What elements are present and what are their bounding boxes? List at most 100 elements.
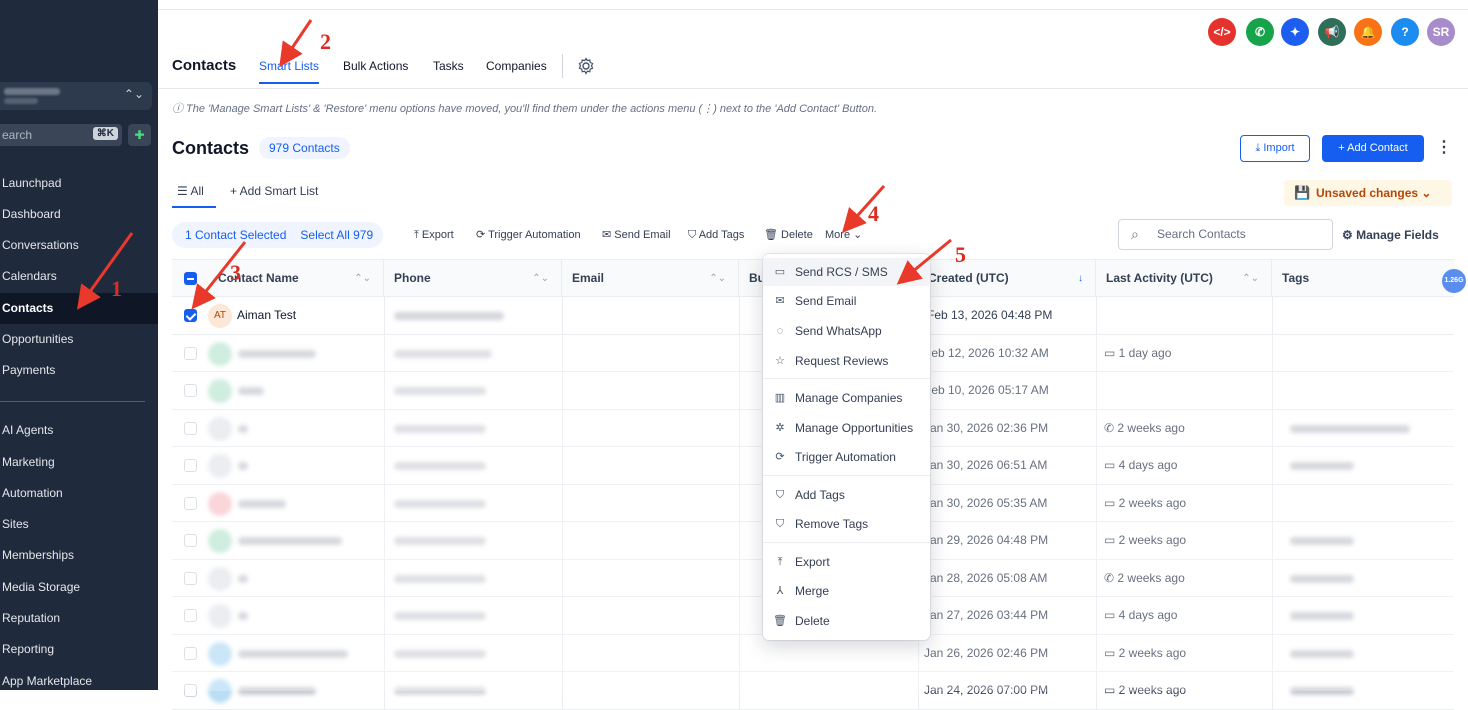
unsaved-changes-button[interactable]: 💾 Unsaved changes ⌄ [1284,180,1452,206]
code-icon[interactable]: </> [1208,18,1236,46]
redacted-phone [394,499,486,508]
whatsapp-icon: ◌ [776,325,784,337]
add-contact-button[interactable]: + Add Contact [1322,135,1424,162]
menu-delete[interactable]: 🗑 Delete [763,607,930,635]
menu-manage-opportunities[interactable]: ✲ Manage Opportunities [763,414,930,442]
chevron-down-icon: ⌄ [1421,186,1432,200]
sidebar-item-automation[interactable]: Automation [0,478,158,509]
menu-remove-tags[interactable]: ⛉ Remove Tags [763,510,930,538]
sidebar-item-opportunities[interactable]: Opportunities [0,324,158,355]
more-dropdown[interactable]: More ⌄ [825,222,862,248]
redacted-name [238,687,316,695]
sidebar-item-conversations[interactable]: Conversations [0,230,158,261]
bell-icon[interactable]: 🔔 [1354,18,1382,46]
import-button[interactable]: ⤓ Import [1240,135,1310,162]
sparkle-icon[interactable]: ✦ [1281,18,1309,46]
redacted-name [238,537,342,545]
floating-badge[interactable]: 1.26G [1442,269,1466,293]
tab-tasks[interactable]: Tasks [433,50,464,82]
created-date: Jan 30, 2026 05:35 AM [924,495,1048,510]
tab-companies[interactable]: Companies [486,50,547,82]
menu-merge[interactable]: ⅄ Merge [763,577,930,605]
add-smart-list-button[interactable]: + Add Smart List [230,184,318,198]
row-checkbox[interactable] [184,459,197,472]
row-checkbox[interactable] [184,609,197,622]
opportunities-icon: ✲ [775,422,785,434]
tab-smart-lists[interactable]: Smart Lists [259,50,320,84]
tag-remove-icon: ⛉ [775,518,785,530]
sidebar-item-app-marketplace[interactable]: App Marketplace [0,666,158,697]
column-last-activity[interactable]: Last Activity (UTC) ⌃⌄ [1096,260,1272,297]
export-icon: ⤒ [414,229,422,241]
sidebar-item-dashboard[interactable]: Dashboard [0,199,158,230]
tag-icon: ⛉ [775,489,785,501]
select-all-link[interactable]: Select All 979 [300,228,373,242]
sidebar-item-reputation[interactable]: Reputation [0,603,158,634]
sidebar-item-contacts[interactable]: Contacts [0,293,158,324]
sidebar-search[interactable]: earch ⌘K [0,124,122,146]
menu-request-reviews[interactable]: ☆ Request Reviews [763,347,930,375]
sidebar-item-sites[interactable]: Sites [0,509,158,540]
row-checkbox[interactable] [184,346,197,360]
redacted-phone [394,612,486,620]
column-created[interactable]: Created (UTC) ↓ [918,260,1096,297]
last-activity: ▭ 2 weeks ago [1104,495,1187,510]
column-phone[interactable]: Phone ⌃⌄ [384,260,562,297]
send-email-action[interactable]: ✉ Send Email [602,222,671,248]
tab-bulk-actions[interactable]: Bulk Actions [343,50,408,82]
sidebar-item-launchpad[interactable]: Launchpad [0,168,158,199]
gear-icon[interactable] [576,56,596,76]
annotation-3: 3 [230,260,241,285]
megaphone-icon[interactable]: 📢 [1318,18,1346,46]
selection-pill: 1 Contact Selected Select All 979 [172,222,384,248]
chat-bubble-icon: ▭ [774,266,786,278]
row-checkbox[interactable] [184,309,197,322]
chevron-updown-icon: ⌃⌄ [123,87,144,101]
search-contacts-input[interactable]: ⌕ Search Contacts [1118,219,1333,250]
tab-contacts[interactable]: Contacts [172,50,236,82]
table-row[interactable]: Jan 24, 2026 07:00 PM ▭ 2 weeks ago [172,672,1454,710]
row-checkbox[interactable] [184,684,197,697]
menu-send-email[interactable]: ✉ Send Email [763,287,930,315]
avatar [208,491,232,516]
row-checkbox[interactable] [184,384,197,397]
select-all-checkbox[interactable] [184,272,197,285]
menu-send-rcs-sms[interactable]: ▭ Send RCS / SMS [763,258,930,286]
row-checkbox[interactable] [184,421,197,435]
redacted-tag [1290,537,1354,545]
menu-export[interactable]: ⤒ Export [763,548,930,576]
phone-icon[interactable]: ✆ [1246,18,1274,46]
trigger-automation-action[interactable]: ⟳ Trigger Automation [476,222,581,248]
row-checkbox[interactable] [184,571,197,585]
avatar [208,379,232,403]
column-email[interactable]: Email ⌃⌄ [562,260,739,297]
user-avatar[interactable]: SR [1427,18,1455,46]
sidebar-item-reporting[interactable]: Reporting [0,634,158,665]
lightning-icon[interactable]: ✚ [128,124,151,146]
sidebar-item-memberships[interactable]: Memberships [0,540,158,571]
sidebar-item-calendars[interactable]: Calendars [0,261,158,292]
menu-manage-companies[interactable]: ▥ Manage Companies [763,384,930,412]
row-checkbox[interactable] [184,496,197,510]
sidebar-item-ai-agents[interactable]: AI Agents [0,415,158,446]
contact-name[interactable]: Aiman Test [237,297,296,334]
account-switcher[interactable]: ⌃⌄ [0,82,152,110]
menu-send-whatsapp[interactable]: ◌ Send WhatsApp [763,317,930,345]
smart-list-all[interactable]: ☰ All [177,184,204,198]
manage-fields-button[interactable]: ⚙ Manage Fields [1342,222,1439,248]
sidebar-item-marketing[interactable]: Marketing [0,447,158,478]
row-checkbox[interactable] [184,534,197,547]
table-row[interactable]: Jan 26, 2026 02:46 PM ▭ 2 weeks ago [172,634,1454,672]
mail-icon: ✉ [602,229,615,241]
menu-add-tags[interactable]: ⛉ Add Tags [763,481,930,509]
export-action[interactable]: ⤒ Export [414,222,454,248]
delete-action[interactable]: 🗑 Delete [764,222,813,248]
add-tags-action[interactable]: ⛉ Add Tags [688,222,744,248]
row-checkbox[interactable] [184,646,197,660]
sidebar-item-media-storage[interactable]: Media Storage [0,572,158,603]
more-actions-icon[interactable]: ⋮ [1436,137,1452,159]
help-icon[interactable]: ? [1391,18,1419,46]
menu-trigger-automation[interactable]: ⟳ Trigger Automation [763,443,930,471]
column-tags[interactable]: Tags [1272,260,1454,297]
sidebar-item-payments[interactable]: Payments [0,355,158,386]
